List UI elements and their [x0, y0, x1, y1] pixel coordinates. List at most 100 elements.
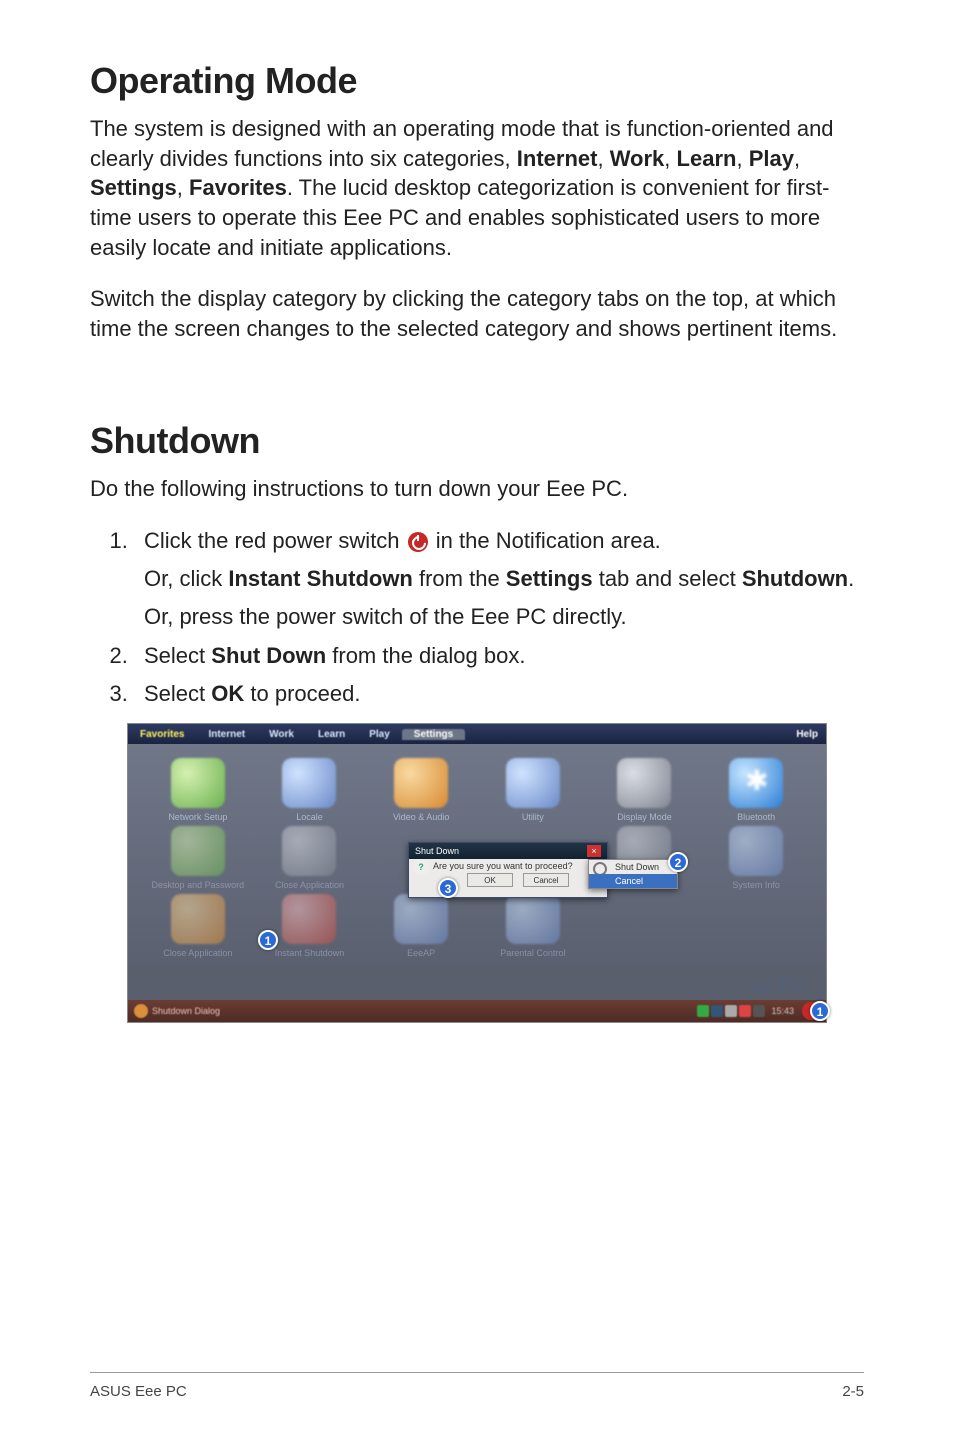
- cat-favorites: Favorites: [189, 175, 287, 200]
- bold-ok: OK: [211, 681, 244, 706]
- network-icon: [171, 758, 225, 808]
- cap: System Info: [702, 880, 810, 890]
- cat-learn: Learn: [677, 146, 737, 171]
- video-audio-icon: [394, 758, 448, 808]
- bold-shutdown: Shutdown: [742, 566, 848, 591]
- dialog-close-icon[interactable]: ×: [587, 845, 601, 857]
- para-operating-mode-2: Switch the display category by clicking …: [90, 284, 864, 343]
- cell-close-app[interactable]: Close Application: [256, 826, 364, 890]
- clock: 15:43: [767, 1006, 798, 1016]
- taskbar-app-icon[interactable]: [134, 1004, 148, 1018]
- text: ,: [736, 146, 748, 171]
- tab-learn[interactable]: Learn: [306, 729, 357, 740]
- heading-operating-mode: Operating Mode: [90, 60, 864, 102]
- text: ,: [794, 146, 800, 171]
- menu-item-label: Shut Down: [615, 862, 659, 872]
- text: Click the red power switch: [144, 528, 406, 553]
- cap: Close Application: [144, 948, 252, 958]
- cell-utility[interactable]: Utility: [479, 758, 587, 822]
- cell-locale[interactable]: Locale: [256, 758, 364, 822]
- power-icon: [408, 532, 428, 552]
- text: Select: [144, 681, 211, 706]
- menu-item-cancel[interactable]: Cancel: [589, 874, 677, 888]
- step-2: Select Shut Down from the dialog box.: [134, 641, 864, 671]
- cell-parental[interactable]: Parental Control: [479, 894, 587, 958]
- dialog-cancel-button[interactable]: Cancel: [523, 873, 569, 887]
- cap: Close Application: [256, 880, 364, 890]
- cap: EeeAP: [367, 948, 475, 958]
- shutdown-steps: Click the red power switch in the Notifi…: [90, 526, 864, 710]
- menu-item-shutdown[interactable]: Shut Down: [589, 860, 677, 874]
- bluetooth-icon: [729, 758, 783, 808]
- cap: Desktop and Password: [144, 880, 252, 890]
- display-mode-icon: [617, 758, 671, 808]
- settings-grid: Network Setup Locale Video & Audio Utili…: [128, 744, 826, 966]
- desktop-password-icon: [171, 826, 225, 876]
- text: in the Notification area.: [430, 528, 661, 553]
- cap: Locale: [256, 812, 364, 822]
- bold-instant-shutdown: Instant Shutdown: [228, 566, 413, 591]
- bold-settings: Settings: [506, 566, 593, 591]
- taskbar-app-label[interactable]: Shutdown Dialog: [152, 1006, 220, 1016]
- tabs-bar: Favorites Internet Work Learn Play Setti…: [128, 724, 826, 744]
- text: Select: [144, 643, 211, 668]
- dialog-title: Shut Down: [415, 846, 459, 856]
- cap: Display Mode: [591, 812, 699, 822]
- cell-close-app-2[interactable]: Close Application: [144, 894, 252, 958]
- text: ,: [664, 146, 676, 171]
- screenshot-mock: Favorites Internet Work Learn Play Setti…: [127, 723, 827, 1023]
- step-3: Select OK to proceed.: [134, 679, 864, 709]
- step-1: Click the red power switch in the Notifi…: [134, 526, 864, 633]
- menu-item-label: Cancel: [615, 876, 643, 886]
- eeeap-icon: [394, 894, 448, 944]
- cell-system-info[interactable]: System Info: [702, 826, 810, 890]
- cat-work: Work: [610, 146, 665, 171]
- text: Or, press the power switch of the Eee PC…: [144, 602, 864, 632]
- taskbar: Shutdown Dialog 15:43 1: [128, 1000, 826, 1022]
- cap: Bluetooth: [702, 812, 810, 822]
- tab-work[interactable]: Work: [257, 729, 306, 740]
- cell-bluetooth[interactable]: Bluetooth: [702, 758, 810, 822]
- instant-shutdown-icon: [282, 894, 336, 944]
- question-icon: ?: [413, 859, 429, 875]
- shutdown-menu: Shut Down Cancel: [588, 859, 678, 889]
- close-app-icon: [282, 826, 336, 876]
- cat-play: Play: [749, 146, 794, 171]
- bold-shut-down: Shut Down: [211, 643, 326, 668]
- marker-1-tray: 1: [810, 1001, 830, 1021]
- cell-desktop-password[interactable]: Desktop and Password: [144, 826, 252, 890]
- tab-help[interactable]: Help: [784, 729, 826, 740]
- cell-eeeap[interactable]: EeeAP: [367, 894, 475, 958]
- tab-internet[interactable]: Internet: [196, 729, 257, 740]
- dialog-message: Are you sure you want to proceed?: [433, 861, 573, 871]
- tab-settings[interactable]: Settings: [402, 729, 465, 740]
- text: ,: [177, 175, 189, 200]
- cell-display-mode[interactable]: Display Mode: [591, 758, 699, 822]
- dialog-titlebar: Shut Down ×: [409, 843, 607, 859]
- cell-video-audio[interactable]: Video & Audio: [367, 758, 475, 822]
- text: .: [848, 566, 854, 591]
- text: ,: [597, 146, 609, 171]
- brand-label: ee PC: [128, 966, 826, 1000]
- tab-favorites[interactable]: Favorites: [128, 729, 196, 740]
- cap: Parental Control: [479, 948, 587, 958]
- cat-settings: Settings: [90, 175, 177, 200]
- cell-network[interactable]: Network Setup: [144, 758, 252, 822]
- system-info-icon: [729, 826, 783, 876]
- cat-internet: Internet: [517, 146, 598, 171]
- text: from the: [413, 566, 506, 591]
- tab-play[interactable]: Play: [357, 729, 402, 740]
- utility-icon: [506, 758, 560, 808]
- text: to proceed.: [244, 681, 360, 706]
- heading-shutdown: Shutdown: [90, 420, 864, 462]
- system-tray[interactable]: [697, 1004, 765, 1018]
- cap: Video & Audio: [367, 812, 475, 822]
- footer-right: 2-5: [842, 1383, 864, 1400]
- cap: Utility: [479, 812, 587, 822]
- dialog-ok-button[interactable]: OK: [467, 873, 513, 887]
- text: from the dialog box.: [326, 643, 525, 668]
- footer-left: ASUS Eee PC: [90, 1383, 187, 1400]
- text: tab and select: [593, 566, 742, 591]
- locale-icon: [282, 758, 336, 808]
- close-app-2-icon: [171, 894, 225, 944]
